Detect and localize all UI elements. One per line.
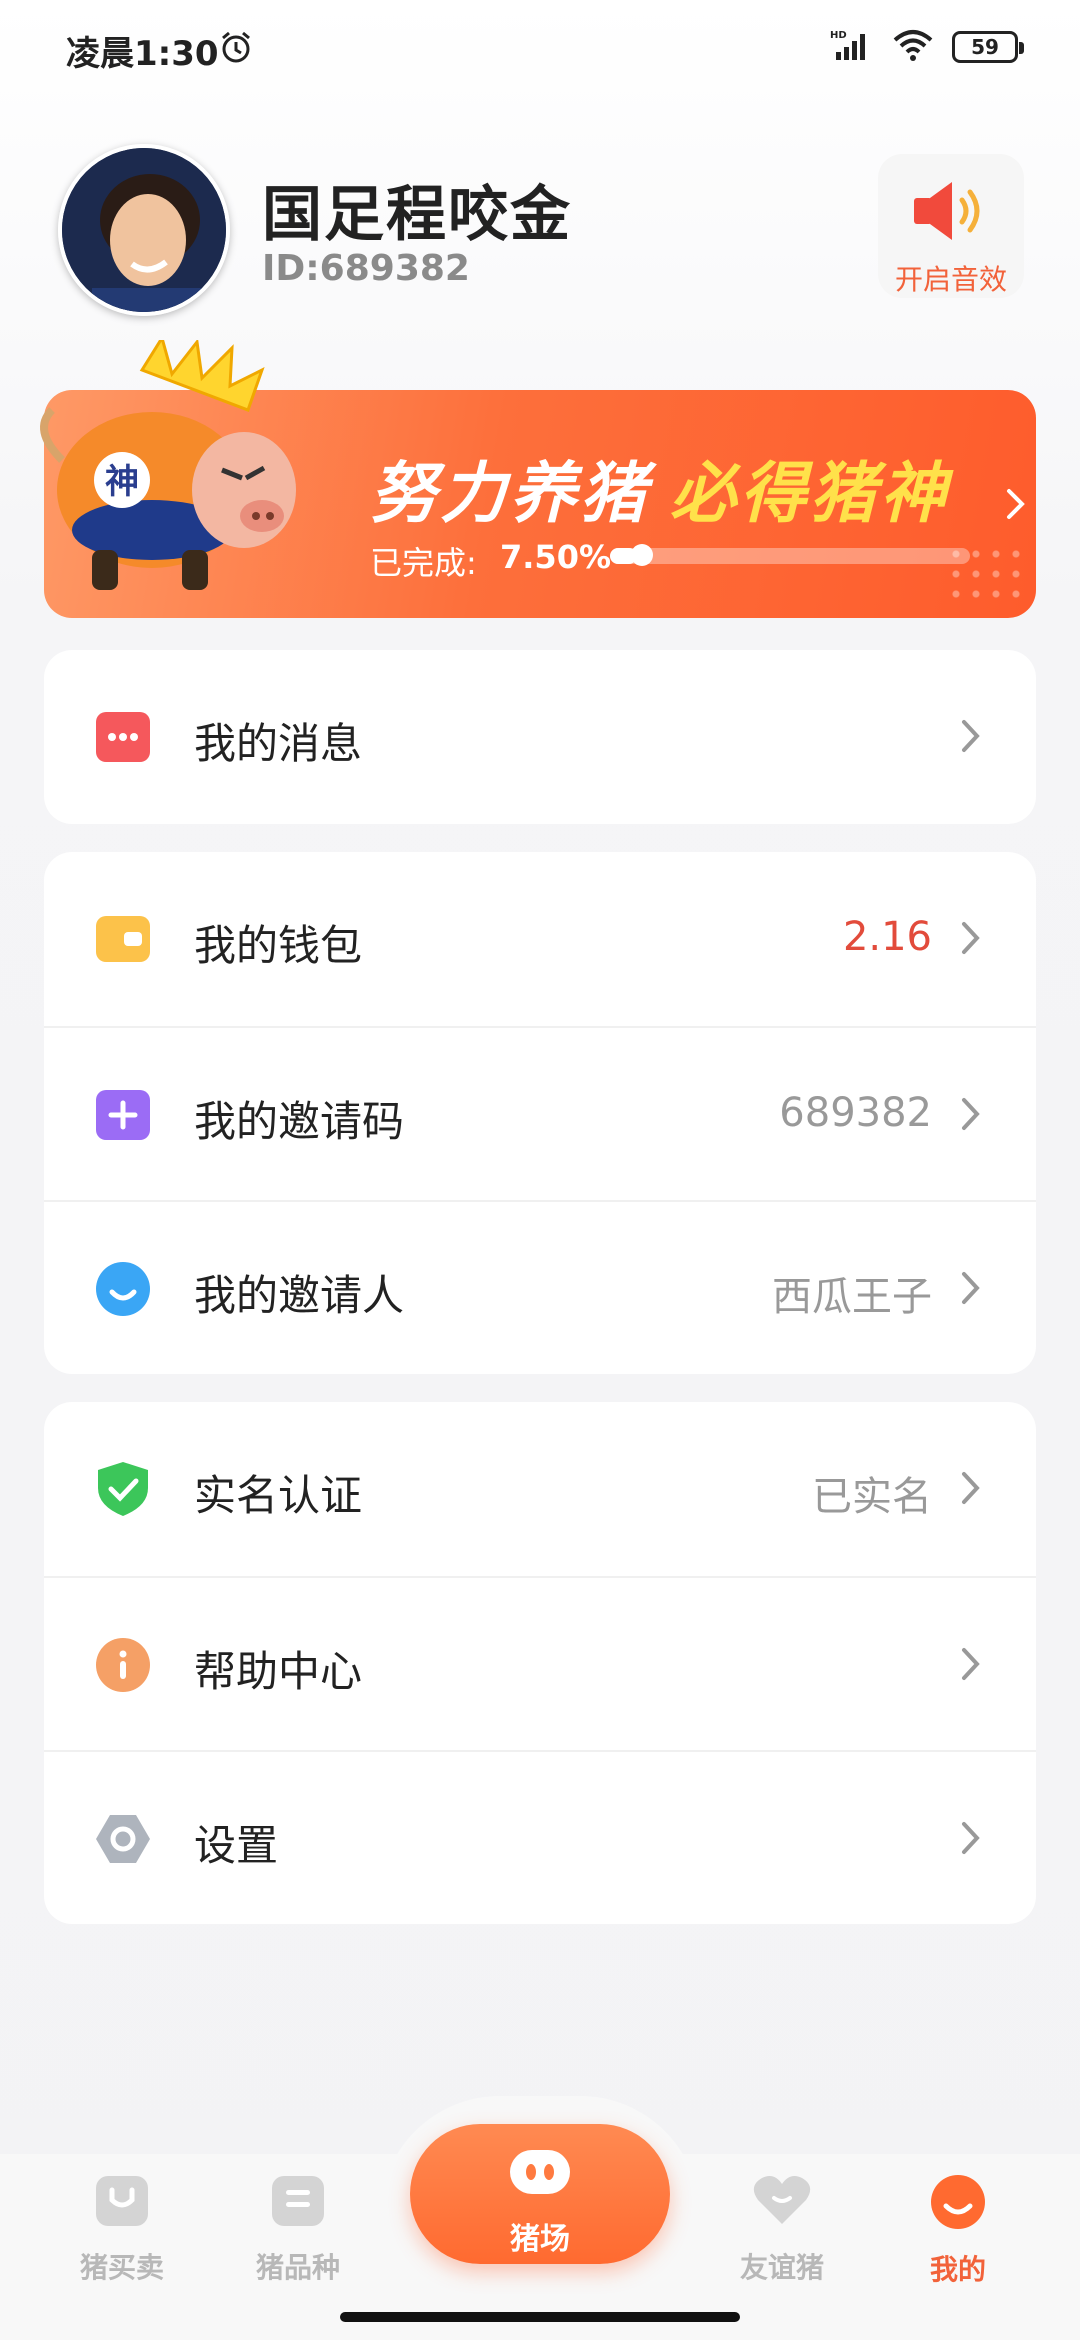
- wallet-balance: 2.16: [842, 914, 932, 960]
- menu-row-verify[interactable]: 实名认证 已实名: [44, 1402, 1036, 1576]
- banner-progress-value: 7.50%: [500, 538, 612, 576]
- nav-tab-buy-sell[interactable]: 猪买卖: [42, 2174, 202, 2286]
- menu-row-messages[interactable]: 我的消息: [44, 650, 1036, 824]
- wifi-icon: [892, 28, 934, 66]
- banner-title-main: 努力养猪: [370, 455, 650, 532]
- user-id: ID:689382: [262, 248, 470, 289]
- chevron-right-icon: [962, 1098, 980, 1130]
- menu-label-messages: 我的消息: [194, 719, 363, 768]
- chevron-right-icon: [962, 1272, 980, 1304]
- settings-card: 实名认证 已实名 帮助中心 设置: [44, 1402, 1036, 1924]
- alarm-icon: [218, 30, 254, 70]
- menu-label-invite-code: 我的邀请码: [194, 1097, 405, 1146]
- menu-row-invite-code[interactable]: 我的邀请码 689382: [44, 1026, 1036, 1200]
- heart-icon: [753, 2176, 811, 2224]
- sound-toggle-label: 开启音效: [894, 263, 1007, 296]
- account-card: 我的钱包 2.16 我的邀请码 689382 我的邀请人 西瓜王子: [44, 852, 1036, 1374]
- nav-tab-mine[interactable]: 我的: [878, 2174, 1038, 2288]
- banner-progress-bar: [610, 544, 970, 566]
- pig-mascot-image: 神: [40, 340, 296, 590]
- banner-progress-label: 已完成:: [370, 544, 477, 582]
- shield-check-icon: [98, 1462, 148, 1516]
- menu-label-verify: 实名认证: [194, 1471, 363, 1520]
- nav-label-pig-farm: 猪场: [510, 2222, 570, 2257]
- chevron-right-icon: [962, 1648, 980, 1680]
- menu-label-inviter: 我的邀请人: [194, 1271, 405, 1320]
- menu-label-help: 帮助中心: [194, 1647, 363, 1696]
- chevron-right-icon: [962, 720, 980, 752]
- info-icon: [96, 1638, 150, 1692]
- shopping-bag-icon: [96, 2176, 148, 2226]
- banner-progress-knob: [631, 544, 653, 566]
- speaker-icon: [914, 182, 980, 240]
- signal-icon: HD: [830, 28, 874, 66]
- user-name: 国足程咬金: [262, 180, 572, 250]
- nav-tab-friendship-pig[interactable]: 友谊猪: [702, 2174, 862, 2286]
- chevron-right-icon: [962, 1822, 980, 1854]
- nav-label-breeds: 猪品种: [255, 2251, 340, 2284]
- messages-card: 我的消息: [44, 650, 1036, 824]
- menu-row-help[interactable]: 帮助中心: [44, 1576, 1036, 1750]
- nav-label-friendship-pig: 友谊猪: [739, 2251, 824, 2284]
- svg-text:HD: HD: [830, 30, 847, 41]
- status-bar: 凌晨1:30 HD 59: [0, 0, 1080, 100]
- smile-face-icon: [931, 2175, 985, 2229]
- nav-label-mine: 我的: [929, 2253, 986, 2286]
- smile-icon: [96, 1262, 150, 1316]
- plus-icon: [96, 1090, 150, 1140]
- pig-badge-text: 神: [105, 462, 139, 502]
- nav-tab-pig-farm[interactable]: 猪场: [410, 2124, 670, 2264]
- chevron-right-icon: [962, 922, 980, 954]
- avatar[interactable]: [58, 144, 230, 316]
- menu-row-settings[interactable]: 设置: [44, 1750, 1036, 1924]
- chevron-right-icon: [1007, 489, 1025, 519]
- menu-row-wallet[interactable]: 我的钱包 2.16: [44, 852, 1036, 1026]
- menu-row-inviter[interactable]: 我的邀请人 西瓜王子: [44, 1200, 1036, 1374]
- pig-god-banner[interactable]: 神 努力养猪 必得猪神 已完成: 7.50%: [40, 340, 1036, 618]
- list-card-icon: [272, 2176, 324, 2226]
- invite-code-value: 689382: [779, 1090, 932, 1136]
- wallet-icon: [96, 916, 150, 962]
- pig-snout-icon: [510, 2150, 570, 2194]
- chevron-right-icon: [962, 1472, 980, 1504]
- verify-status: 已实名: [812, 1474, 932, 1520]
- home-indicator[interactable]: [340, 2312, 740, 2322]
- menu-label-wallet: 我的钱包: [194, 921, 363, 970]
- battery-indicator: 59: [952, 31, 1024, 63]
- sound-toggle-button[interactable]: 开启音效: [878, 154, 1024, 298]
- message-icon: [96, 712, 150, 762]
- status-time: 凌晨1:30: [66, 34, 219, 74]
- nav-tab-breeds[interactable]: 猪品种: [218, 2174, 378, 2286]
- gear-icon: [96, 1815, 150, 1863]
- nav-label-buy-sell: 猪买卖: [79, 2251, 164, 2284]
- banner-title-highlight: 必得猪神: [670, 455, 950, 532]
- avatar-image: [62, 148, 226, 312]
- inviter-name: 西瓜王子: [772, 1274, 932, 1320]
- menu-label-settings: 设置: [194, 1821, 279, 1870]
